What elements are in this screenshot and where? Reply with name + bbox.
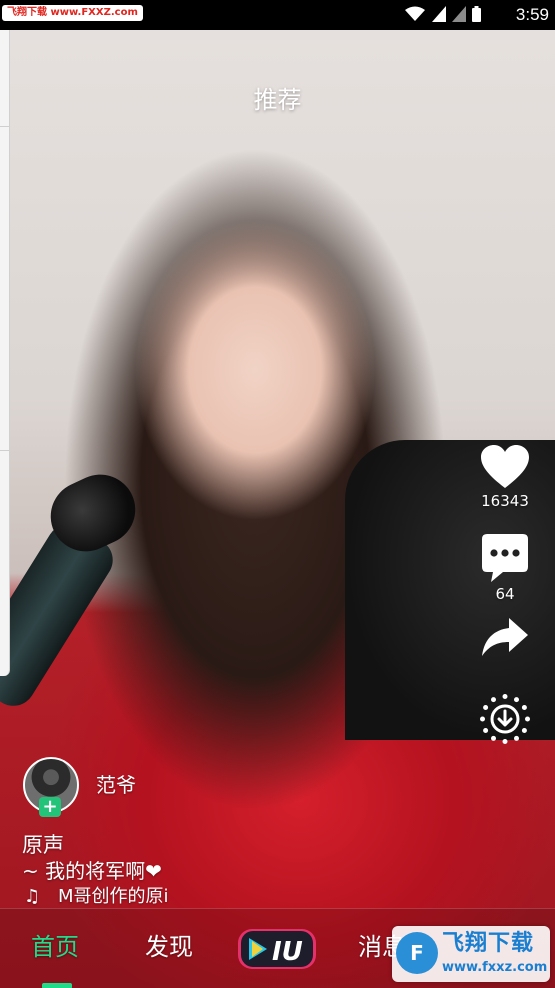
- drawer-divider: [0, 126, 9, 127]
- side-drawer-handle[interactable]: [0, 30, 10, 676]
- status-icons: [404, 6, 481, 22]
- site-watermark: F 飞翔下载 www.fxxz.com: [392, 926, 550, 982]
- status-time: 3:59: [515, 5, 549, 24]
- follow-plus-icon[interactable]: +: [39, 797, 61, 817]
- share-button[interactable]: [477, 616, 533, 658]
- logo-text: IU: [272, 937, 303, 967]
- comment-icon: [482, 534, 528, 582]
- comment-button[interactable]: 64: [477, 533, 533, 603]
- site-brand: 飞翔下载: [442, 931, 535, 956]
- caption-text: ~ 我的将军啊❤: [22, 859, 162, 883]
- share-icon: [482, 618, 528, 656]
- status-bar: 飞翔下载 www.FXXZ.com 3:59: [0, 0, 555, 30]
- feed-title[interactable]: 推荐: [0, 83, 555, 117]
- music-marquee[interactable]: ♫ M哥创作的原i: [24, 885, 214, 909]
- drawer-divider: [0, 450, 9, 451]
- download-icon: [480, 694, 530, 744]
- caption-title: 原声: [22, 833, 64, 857]
- site-domain: www.fxxz.com: [442, 960, 548, 975]
- heart-icon: [481, 445, 529, 488]
- comment-count: 64: [495, 585, 515, 603]
- tab-home[interactable]: 首页: [31, 931, 79, 963]
- music-text: M哥创作的原i: [58, 886, 169, 907]
- wifi-icon: [405, 6, 425, 21]
- like-button[interactable]: 16343: [477, 444, 533, 510]
- like-count: 16343: [481, 492, 529, 510]
- video-player-screen[interactable]: 飞翔下载 www.FXXZ.com 3:59 推荐 16343 64 + 范爷 …: [0, 0, 555, 988]
- author-name[interactable]: 范爷: [96, 772, 136, 798]
- battery-icon: [472, 6, 481, 22]
- active-tab-indicator: [42, 983, 72, 988]
- download-button[interactable]: [477, 694, 533, 744]
- music-note-icon: ♫: [24, 886, 41, 907]
- record-logo-button[interactable]: IU: [236, 926, 318, 972]
- signal-icon: [452, 6, 466, 22]
- site-logo-icon: F: [396, 932, 438, 974]
- signal-icon: [432, 6, 446, 22]
- tab-discover[interactable]: 发现: [145, 931, 193, 963]
- top-watermark: 飞翔下载 www.FXXZ.com: [2, 5, 143, 21]
